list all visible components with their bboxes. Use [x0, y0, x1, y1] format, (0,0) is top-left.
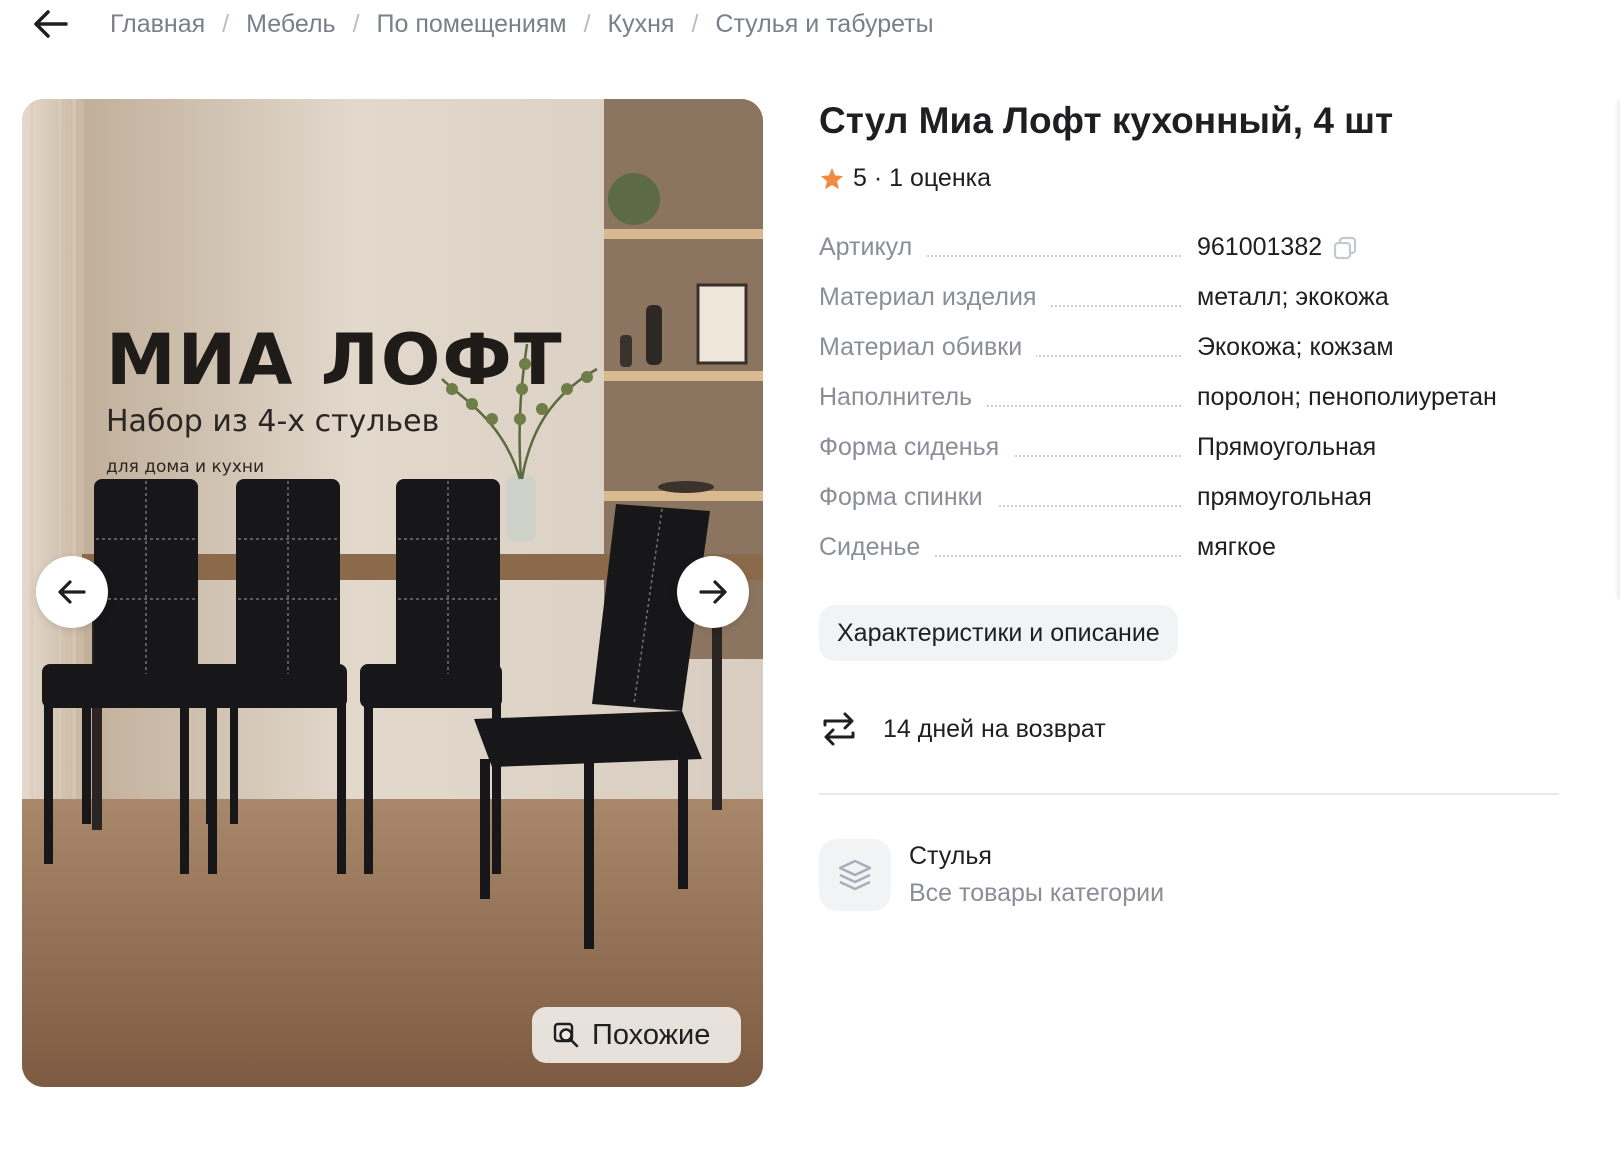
category-all-link[interactable]: Все товары категории [909, 879, 1164, 908]
spec-label: Сиденье [819, 533, 935, 562]
category-name: Стулья [909, 842, 992, 870]
return-arrows-icon [819, 709, 859, 749]
breadcrumb-item-kitchen[interactable]: Кухня [608, 10, 675, 39]
gallery-prev-button[interactable] [36, 556, 108, 628]
spec-value: Прямоугольная [1197, 433, 1377, 461]
breadcrumb-item-home[interactable]: Главная [110, 10, 205, 39]
product-gallery[interactable]: МИА ЛОФТ Набор из 4-х стульев для дома и… [22, 99, 763, 1087]
returns-text: 14 дней на возврат [883, 714, 1106, 743]
similar-button[interactable]: Похожие [532, 1007, 741, 1063]
spec-row-back-shape: Форма спинки прямоугольная [819, 483, 1564, 533]
spec-row-filler: Наполнитель поролон; пенополиуретан [819, 383, 1564, 433]
spec-value: 961001382 [1197, 233, 1323, 261]
similar-label: Похожие [592, 1018, 711, 1051]
product-rating[interactable]: 5 · 1 оценка [819, 164, 1564, 193]
spec-label: Артикул [819, 233, 927, 262]
spec-value: металл; экокожа [1197, 283, 1389, 311]
rating-text: 5 · 1 оценка [853, 164, 992, 192]
spec-row-seat-shape: Форма сиденья Прямоугольная [819, 433, 1564, 483]
back-button[interactable] [28, 4, 72, 44]
spec-value: прямоугольная [1197, 483, 1372, 511]
breadcrumb-item-chairs[interactable]: Стулья и табуреты [715, 10, 933, 39]
product-info: Стул Миа Лофт кухонный, 4 шт 5 · 1 оценк… [819, 100, 1564, 911]
spec-row-seat: Сиденье мягкое [819, 533, 1564, 583]
product-photo [22, 99, 763, 1087]
breadcrumb-separator: / [583, 10, 591, 38]
spec-label: Форма сиденья [819, 433, 1014, 462]
spec-row-upholstery: Материал обивки Экокожа; кожзам [819, 333, 1564, 383]
product-title: Стул Миа Лофт кухонный, 4 шт [819, 100, 1394, 141]
spec-label: Материал обивки [819, 333, 1037, 362]
specs-list: Артикул 961001382 Материал изделия метал… [819, 233, 1564, 583]
breadcrumb-item-furniture[interactable]: Мебель [246, 10, 335, 39]
breadcrumb-separator: / [222, 10, 230, 38]
spec-row-material: Материал изделия металл; экокожа [819, 283, 1564, 333]
spec-row-article: Артикул 961001382 [819, 233, 1564, 283]
arrow-right-icon [699, 580, 727, 604]
spec-label: Материал изделия [819, 283, 1051, 312]
spec-value: поролон; пенополиуретан [1197, 383, 1497, 411]
breadcrumb-separator: / [352, 10, 360, 38]
similar-search-icon [553, 1022, 579, 1048]
layers-icon [819, 839, 891, 911]
breadcrumb-separator: / [691, 10, 699, 38]
breadcrumb: Главная / Мебель / По помещениям / Кухня… [0, 0, 1000, 50]
gallery-next-button[interactable] [677, 556, 749, 628]
spec-label: Форма спинки [819, 483, 997, 512]
back-arrow-icon [34, 10, 68, 38]
star-icon [820, 167, 844, 189]
returns-info: 14 дней на возврат [819, 709, 1564, 749]
arrow-left-icon [58, 580, 86, 604]
hero-note: для дома и кухни [106, 457, 265, 477]
copy-icon[interactable] [1332, 235, 1358, 261]
hero-title: МИА ЛОФТ [106, 319, 564, 401]
spec-value: Экокожа; кожзам [1197, 333, 1394, 361]
characteristics-button[interactable]: Характеристики и описание [819, 605, 1178, 661]
divider [819, 793, 1559, 795]
hero-subtitle: Набор из 4-х стульев [106, 404, 440, 439]
breadcrumb-item-rooms[interactable]: По помещениям [377, 10, 567, 39]
spec-label: Наполнитель [819, 383, 987, 412]
side-panel-edge [1614, 100, 1620, 600]
spec-value: мягкое [1197, 533, 1276, 561]
category-link[interactable]: Стулья Все товары категории [819, 839, 1564, 911]
